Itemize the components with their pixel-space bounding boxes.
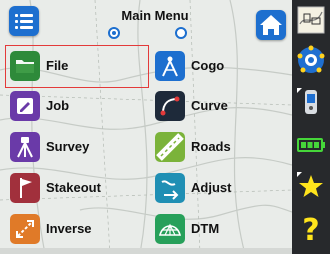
bottom-border — [0, 248, 292, 254]
menu-item-adjust[interactable]: Adjust — [153, 169, 295, 207]
menu-item-label: Job — [46, 98, 70, 113]
stake-flag-icon — [10, 173, 40, 203]
menu-item-curve[interactable]: Curve — [153, 87, 295, 125]
menu-item-label: File — [46, 58, 69, 73]
curve-icon — [155, 91, 185, 121]
menu-item-label: DTM — [191, 221, 220, 236]
page-indicator-1[interactable] — [108, 27, 120, 39]
list-menu-icon — [15, 14, 33, 29]
menu-button[interactable] — [9, 6, 39, 36]
menu-item-roads[interactable]: Roads — [153, 128, 295, 166]
home-icon — [260, 15, 282, 35]
menu-item-job[interactable]: Job — [8, 87, 150, 125]
home-button[interactable] — [256, 10, 286, 40]
menu-item-cogo[interactable]: Cogo — [153, 47, 295, 85]
folder-icon — [10, 51, 40, 81]
page-indicator-2[interactable] — [175, 27, 187, 39]
header-bar: Main Menu — [0, 0, 292, 42]
battery-icon — [297, 138, 325, 152]
compass-icon — [155, 51, 185, 81]
star-icon — [297, 172, 323, 197]
menu-item-label: Stakeout — [46, 180, 101, 195]
menu-item-label: Adjust — [191, 180, 232, 195]
menu-item-survey[interactable]: Survey — [8, 128, 150, 166]
gps-receiver-button[interactable] — [295, 86, 327, 118]
menu-item-file[interactable]: File — [8, 47, 150, 85]
menu-item-label: Survey — [46, 139, 90, 154]
favorites-button[interactable] — [295, 170, 327, 202]
page-title: Main Menu — [121, 8, 189, 23]
menu-item-stakeout[interactable]: Stakeout — [8, 169, 150, 207]
map-view-button[interactable] — [295, 4, 327, 36]
tripod-icon — [10, 132, 40, 162]
gps-receiver-icon — [297, 88, 317, 114]
help-icon: ? — [302, 213, 319, 248]
main-menu-screen: Main Menu File Job Survey Stakeout Inver… — [0, 0, 330, 254]
menu-item-label: Roads — [191, 139, 231, 154]
menu-item-label: Inverse — [46, 221, 92, 236]
inverse-icon — [10, 214, 40, 244]
map-icon — [297, 6, 325, 34]
menu-item-label: Curve — [191, 98, 228, 113]
help-button[interactable]: ? — [295, 212, 327, 248]
satellite-button[interactable] — [295, 44, 327, 76]
battery-status[interactable] — [295, 128, 327, 160]
adjust-icon — [155, 173, 185, 203]
status-sidebar: ? — [292, 0, 330, 254]
job-icon — [10, 91, 40, 121]
menu-item-dtm[interactable]: DTM — [153, 210, 295, 248]
dtm-mesh-icon — [155, 214, 185, 244]
road-icon — [155, 132, 185, 162]
menu-item-label: Cogo — [191, 58, 225, 73]
satellite-icon — [297, 45, 325, 73]
menu-item-inverse[interactable]: Inverse — [8, 210, 150, 248]
svg-text:?: ? — [302, 213, 319, 244]
